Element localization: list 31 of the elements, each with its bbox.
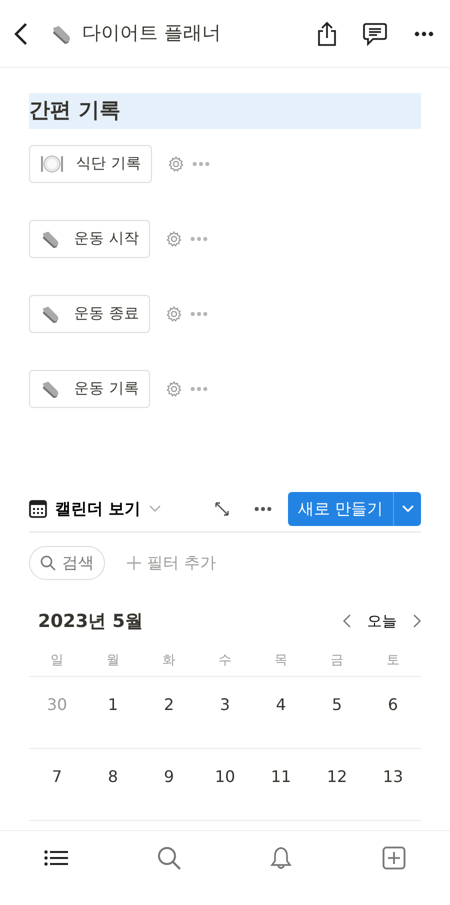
day-number: 6: [386, 694, 400, 716]
day-number: 30: [46, 694, 68, 716]
month-title: 2023년 5월: [38, 610, 144, 634]
today-button[interactable]: 오늘: [367, 610, 397, 632]
quick-action-button[interactable]: 운동 종료: [29, 294, 150, 332]
view-selector[interactable]: 캘린더 보기: [29, 496, 161, 520]
weekday-label: 금: [309, 650, 365, 677]
day-number: 13: [382, 766, 404, 788]
weekday-label: 수: [197, 650, 253, 677]
weekday-label: 화: [141, 650, 197, 677]
day-number: 10: [214, 766, 236, 788]
day-number: 8: [106, 766, 120, 788]
weekday-label: 월: [85, 650, 141, 677]
day-number: 12: [326, 766, 348, 788]
weekday-label: 토: [365, 650, 421, 677]
day-number: 5: [330, 694, 344, 716]
section-heading: 간편 기록: [29, 93, 421, 128]
day-number: 9: [162, 766, 176, 788]
day-number: 2: [162, 694, 176, 716]
day-number: 1: [106, 694, 120, 716]
quick-action-button[interactable]: 운동 기록: [29, 370, 150, 408]
day-number: 7: [50, 766, 64, 788]
weekday-label: 일: [29, 650, 85, 677]
day-number: 11: [270, 766, 292, 788]
weekday-label: 목: [253, 650, 309, 677]
quick-action-button[interactable]: 운동 시작: [29, 220, 150, 258]
page-title: 다이어트 플래너: [82, 21, 222, 46]
quick-action-button[interactable]: 식단 기록: [29, 144, 152, 182]
search-button[interactable]: 검색: [29, 546, 105, 580]
day-number: 4: [274, 694, 288, 716]
day-number: 3: [218, 694, 232, 716]
